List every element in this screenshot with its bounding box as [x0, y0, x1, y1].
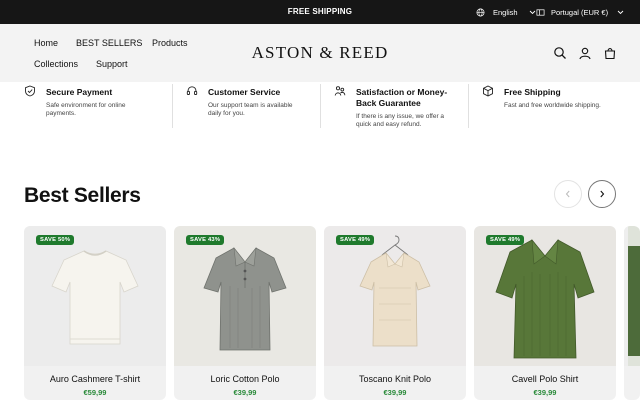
discount-badge: SAVE 49% [486, 235, 525, 245]
handshake-icon [334, 86, 346, 96]
product-card[interactable]: SAVE 50% Auro Cashmere T-shirt €59,99 [24, 226, 166, 400]
country-label: Portugal (EUR €) [551, 7, 609, 17]
product-image[interactable] [474, 226, 616, 366]
feature-title-line: Satisfaction or Money- [356, 87, 448, 97]
product-image[interactable] [174, 226, 316, 366]
chevron-down-icon [617, 10, 624, 14]
feature-desc: quick and easy refund. [356, 121, 422, 128]
feature-secure-payment: Secure Payment Safe environment for onli… [24, 82, 164, 128]
chevron-right-icon [600, 190, 605, 198]
feature-title: Satisfaction or Money- Back Guarantee [356, 87, 447, 109]
product-name[interactable]: Loric Cotton Polo [174, 374, 316, 384]
shield-check-icon [25, 85, 35, 97]
carousel-prev-button[interactable] [554, 180, 582, 208]
feature-title-line: Back Guarantee [356, 98, 421, 108]
discount-badge: SAVE 49% [336, 235, 375, 245]
feature-title: Customer Service [208, 87, 281, 97]
product-image[interactable] [324, 226, 466, 366]
feature-desc: payments. [46, 110, 76, 117]
feature-free-shipping: Free Shipping Fast and free worldwide sh… [482, 82, 632, 128]
language-selector[interactable]: English [476, 0, 536, 24]
discount-badge: SAVE 43% [186, 235, 225, 245]
product-card[interactable]: SAVE 49% Cavell Polo Shirt €39,99 [474, 226, 616, 400]
flag-icon [536, 8, 545, 16]
product-image[interactable] [624, 226, 640, 366]
product-name[interactable]: Cavell Polo Shirt [474, 374, 616, 384]
headset-icon [186, 86, 198, 95]
product-name[interactable]: Auro Cashmere T-shirt [24, 374, 166, 384]
package-icon [483, 85, 493, 97]
chevron-left-icon [565, 190, 570, 198]
cart-icon[interactable] [603, 46, 617, 60]
product-price: €39,99 [233, 388, 257, 397]
feature-title: Free Shipping [504, 87, 561, 97]
feature-money-back: Satisfaction or Money- Back Guarantee If… [334, 82, 474, 128]
divider [320, 84, 321, 128]
product-image[interactable] [24, 226, 166, 366]
feature-desc: Fast and free worldwide shipping. [504, 102, 601, 109]
feature-title: Secure Payment [46, 87, 113, 97]
product-name[interactable]: Toscano Knit Polo [324, 374, 466, 384]
brand-logo[interactable]: ASTON & REED [0, 43, 640, 63]
language-label: English [493, 7, 518, 17]
globe-icon [476, 8, 485, 16]
section-title: Best Sellers [24, 184, 141, 207]
product-card[interactable]: SAVE 43% Loric Cotton Polo €39,99 [174, 226, 316, 400]
country-selector[interactable]: Portugal (EUR €) [536, 0, 624, 24]
feature-customer-service: Customer Service Our support team is ava… [186, 82, 326, 128]
discount-badge: SAVE 50% [36, 235, 75, 245]
product-card[interactable]: SAVE 49% Toscano Knit Polo €39,99 [324, 226, 466, 400]
product-price: €39,99 [383, 388, 407, 397]
chevron-down-icon [529, 10, 535, 14]
carousel-next-button[interactable] [588, 180, 616, 208]
announcement-bar: FREE SHIPPING English Portugal (EUR €) [0, 0, 640, 24]
feature-desc: daily for you. [208, 110, 245, 117]
account-icon[interactable] [578, 46, 592, 60]
product-price: €39,99 [533, 388, 557, 397]
product-card-partial[interactable] [624, 226, 640, 400]
divider [468, 84, 469, 128]
search-icon[interactable] [553, 46, 567, 60]
divider [172, 84, 173, 128]
product-price: €59,99 [83, 388, 107, 397]
